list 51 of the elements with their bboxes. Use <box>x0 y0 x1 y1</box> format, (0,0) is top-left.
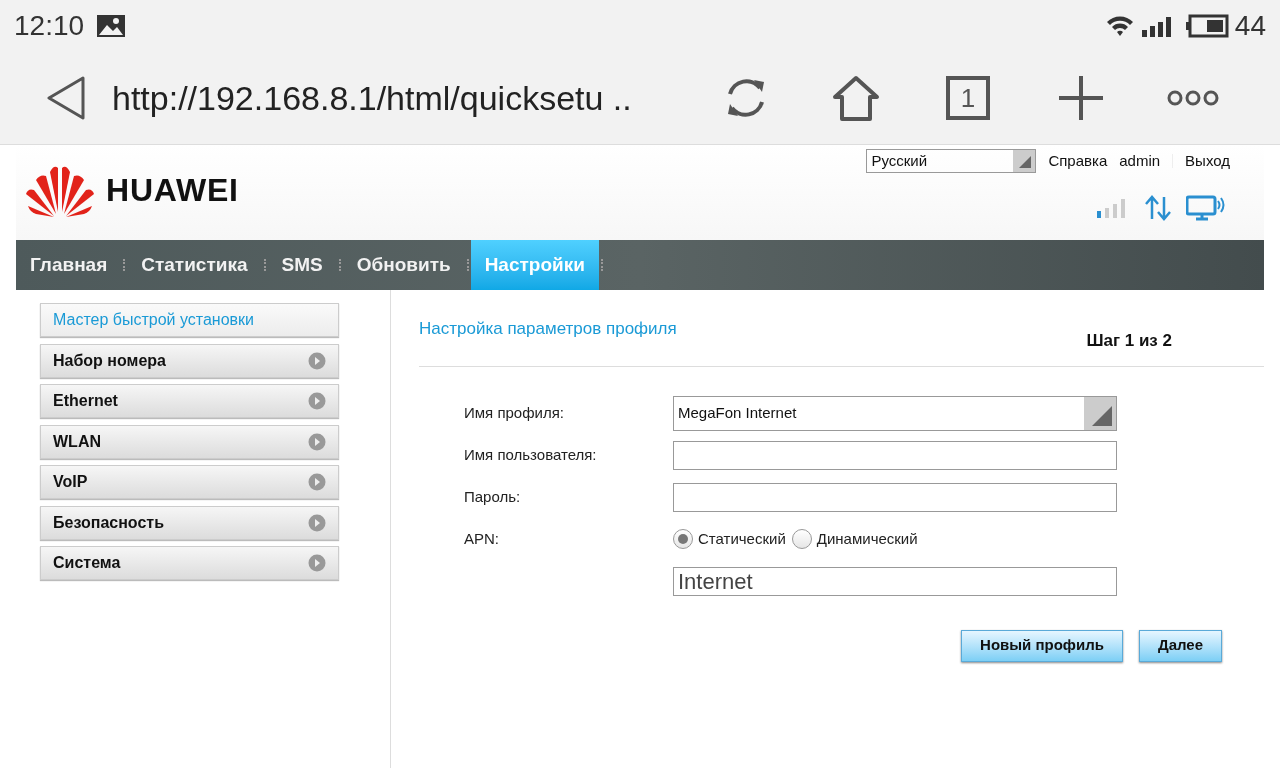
play-circle-icon <box>308 513 326 532</box>
sidebar-item[interactable]: WLAN <box>40 424 339 459</box>
back-icon[interactable] <box>46 76 86 120</box>
header-link[interactable]: admin <box>1119 149 1161 173</box>
sidebar-item[interactable]: Система <box>40 546 339 580</box>
up-down-arrows-icon <box>1144 195 1172 221</box>
sidebar-item[interactable]: Безопасность <box>40 505 339 540</box>
action-button[interactable]: Новый профиль <box>961 629 1123 662</box>
field-label: Имя профиля: <box>464 402 565 423</box>
radio-button[interactable] <box>791 529 812 549</box>
play-circle-icon <box>308 432 326 451</box>
play-circle-icon <box>308 392 326 410</box>
input-field[interactable]: Internet <box>673 566 1117 596</box>
more-icon[interactable] <box>1166 89 1220 107</box>
plus-icon[interactable] <box>1058 75 1104 121</box>
clock-time: 12:10 <box>14 9 85 43</box>
radio-label: Динамический <box>816 528 918 549</box>
monitor-icon <box>1186 195 1226 221</box>
language-select[interactable]: Русский <box>866 149 1037 173</box>
radio-button[interactable] <box>673 529 693 549</box>
step-indicator: Шаг 1 из 2 <box>1086 330 1172 352</box>
brand-name: HUAWEI <box>106 171 239 210</box>
battery-level: 44 <box>1234 9 1266 43</box>
play-circle-icon <box>308 554 326 572</box>
input-field[interactable] <box>673 440 1117 470</box>
field-label: Пароль: <box>464 486 522 507</box>
image-icon <box>96 14 127 38</box>
nav-tab[interactable]: SMS <box>267 240 337 290</box>
corner-icon <box>1092 405 1112 426</box>
url-text[interactable]: http://192.168.8.1/html/quicksetu .. <box>112 72 702 124</box>
section-title: Настройка параметров профиля <box>419 318 677 340</box>
nav-tab[interactable]: Обновить <box>342 240 465 290</box>
tabs-count-button[interactable]: 1 <box>946 76 990 120</box>
field-label: Имя пользователя: <box>464 444 598 465</box>
play-circle-icon <box>308 473 326 491</box>
sidebar-item[interactable]: Ethernet <box>40 384 339 418</box>
header-link[interactable]: Выход <box>1185 149 1230 173</box>
nav-tab[interactable]: Главная <box>16 240 122 290</box>
sidebar-item[interactable]: VoIP <box>40 465 339 499</box>
input-field[interactable] <box>673 482 1117 512</box>
action-button[interactable]: Далее <box>1138 629 1222 662</box>
radio-label: Статический <box>698 528 786 549</box>
play-circle-icon <box>308 351 326 370</box>
sidebar-item[interactable]: Набор номера <box>40 343 339 378</box>
home-icon[interactable] <box>832 75 880 121</box>
field-label: APN: <box>464 528 500 549</box>
nav-tab[interactable]: Статистика <box>127 240 262 290</box>
profile-select[interactable]: MegaFon Internet <box>673 395 1117 431</box>
corner-icon <box>1019 156 1032 168</box>
header-link[interactable]: Справка <box>1048 149 1108 173</box>
battery-icon <box>1184 14 1229 38</box>
